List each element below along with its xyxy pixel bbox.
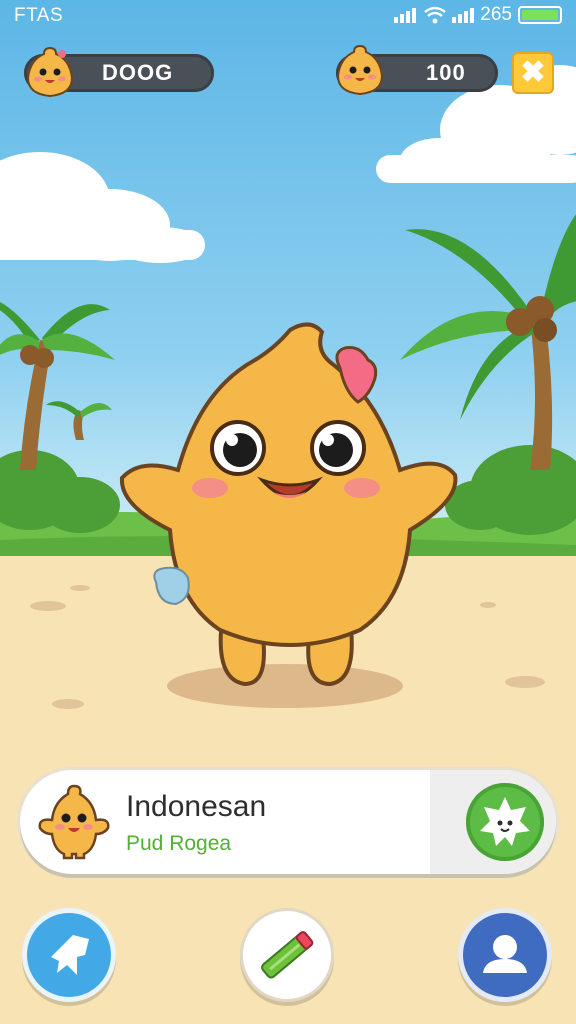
status-right: 265: [394, 4, 562, 26]
close-icon: ✖: [520, 56, 546, 89]
card-title: Indonesan: [126, 790, 267, 823]
close-button[interactable]: ✖: [512, 52, 554, 94]
wifi-icon: [424, 6, 447, 24]
status-left-text: FTAS: [14, 5, 64, 26]
star-action-button[interactable]: [466, 783, 544, 861]
currency-avatar-icon: [336, 44, 384, 96]
home-button[interactable]: [22, 908, 116, 1002]
player-name: DOOG: [102, 60, 174, 85]
house-icon: [51, 935, 89, 975]
feed-button[interactable]: [240, 908, 334, 1002]
character-card[interactable]: Indonesan Pud Rogea: [20, 770, 556, 874]
star-face-icon: [480, 797, 530, 846]
status-bar: FTAS 265: [0, 0, 576, 32]
signal-icon: [394, 8, 417, 23]
card-subtitle: Pud Rogea: [126, 832, 232, 855]
person-icon: [483, 935, 527, 973]
profile-button[interactable]: [458, 908, 552, 1002]
pencil-icon: [261, 931, 314, 979]
card-avatar-icon: [38, 784, 110, 860]
currency-value: 100: [426, 60, 466, 85]
cellular-icon: [452, 8, 475, 23]
player-avatar-icon: [26, 46, 74, 98]
battery-icon: [518, 6, 562, 24]
status-right-text: 265: [480, 4, 512, 25]
game-scene: FTAS 265 DOOG 100 ✖ Indonesan Pud Rogea: [0, 0, 576, 1024]
